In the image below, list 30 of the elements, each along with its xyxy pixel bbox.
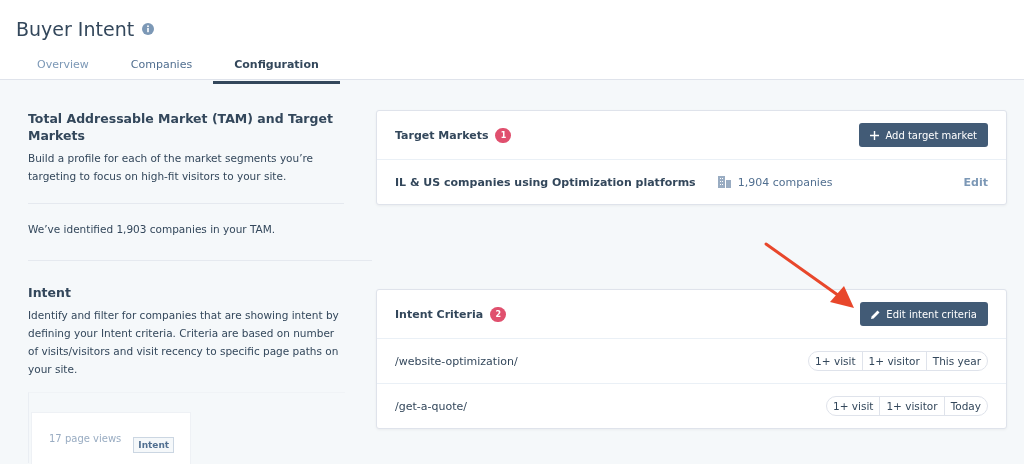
count-badge: 2	[490, 306, 507, 322]
section-heading: Intent	[28, 284, 72, 301]
building-icon	[717, 176, 731, 188]
company-count: 1,904 companies	[737, 175, 833, 189]
tab[interactable]: Companies	[109, 54, 214, 84]
card-title: Intent Criteria	[395, 307, 484, 321]
tab[interactable]: Configuration	[213, 54, 340, 84]
section-description: Identify and filter for companies that are showing intent by defining your Intent criteria. Criteria are based on number of visits/visitors and visit recency to specific page paths on your site.	[28, 308, 340, 377]
criteria-tag: 1+ visitor	[879, 397, 944, 415]
add-target-market-button[interactable]: Add target market	[859, 123, 988, 147]
edit-intent-criteria-button[interactable]: Edit intent criteria	[860, 302, 988, 326]
count-badge: 1	[495, 127, 512, 143]
criteria-tag: Today	[943, 397, 987, 415]
tam-summary: We’ve identified 1,903 companies in your TAM.	[28, 222, 277, 237]
criteria-tag: 1+ visitor	[861, 352, 926, 370]
market-name: IL & US companies using Optimization platforms	[395, 175, 696, 189]
page-title: Buyer Intent	[16, 18, 135, 40]
page-path: /get-a-quote/	[395, 399, 467, 413]
info-icon[interactable]	[142, 23, 155, 35]
page-views-text: 17 page views	[49, 433, 122, 444]
section-heading: Total Addressable Market (TAM) and Target Markets	[28, 110, 334, 144]
criteria-tag: 1+ visit	[826, 397, 880, 415]
section-description: Build a profile for each of the market segments you’re targeting to focus on high-fit visitors to your site.	[28, 151, 315, 184]
page-path: /website-optimization/	[395, 354, 518, 368]
pencil-icon	[871, 309, 881, 319]
card-title: Target Markets	[395, 128, 489, 142]
criteria-tag: This year	[925, 352, 987, 370]
criteria-tag: 1+ visit	[809, 352, 862, 370]
intent-tag: Intent	[133, 437, 175, 453]
plus-icon	[870, 130, 880, 140]
